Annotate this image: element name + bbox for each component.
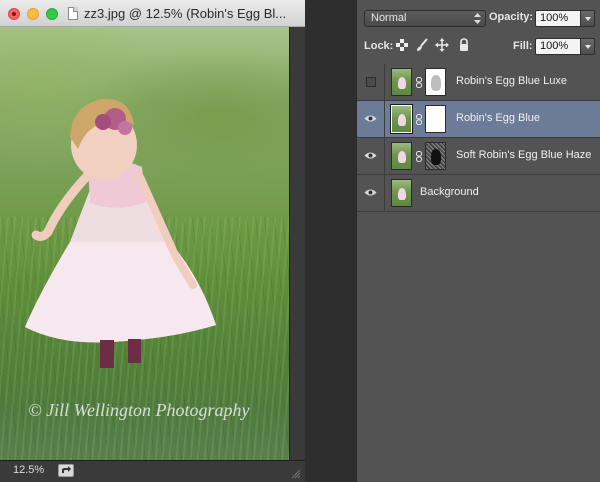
layer-mask-thumbnail[interactable] [425, 105, 446, 133]
layers-empty-area[interactable] [357, 214, 600, 482]
layer-thumbnail[interactable] [390, 104, 413, 134]
eye-icon[interactable] [364, 114, 377, 123]
status-bar: 12.5% [0, 460, 305, 482]
photo-watermark: © Jill Wellington Photography [28, 400, 250, 420]
fill-dropdown-button[interactable] [580, 38, 595, 55]
share-arrow-icon [62, 466, 71, 473]
layer-name[interactable]: Robin's Egg Blue Luxe [456, 75, 567, 87]
eye-icon[interactable] [364, 151, 377, 160]
layer-thumbnail[interactable] [391, 142, 412, 170]
close-window-button[interactable] [8, 8, 20, 20]
layer-row-selected[interactable]: Robin's Egg Blue [357, 101, 600, 138]
blend-mode-select[interactable]: Normal [364, 10, 486, 27]
layer-mask-thumbnail[interactable] [425, 142, 446, 170]
document-file-icon [68, 7, 78, 20]
fill-label: Fill: [513, 40, 533, 52]
layer-row[interactable]: Robin's Egg Blue Luxe [357, 64, 600, 101]
lock-image-pixels-brush-icon[interactable] [415, 38, 429, 52]
layer-options: Normal Opacity: 100% Lock: Fill: 100% [357, 0, 600, 65]
opacity-dropdown-button[interactable] [580, 10, 595, 27]
lock-transparent-pixels-icon[interactable] [395, 38, 409, 52]
layer-name[interactable]: Robin's Egg Blue [456, 112, 540, 124]
eye-icon[interactable] [364, 188, 377, 197]
zoom-window-button[interactable] [46, 8, 58, 20]
layer-name[interactable]: Background [420, 186, 479, 198]
layer-name[interactable]: Soft Robin's Egg Blue Haze [456, 149, 591, 161]
visibility-toggle[interactable] [357, 64, 385, 100]
photo-subject [25, 98, 216, 368]
minimize-window-button[interactable] [27, 8, 39, 20]
layer-row[interactable]: Background [357, 175, 600, 212]
status-menu-button[interactable] [58, 464, 74, 477]
opacity-label: Opacity: [489, 11, 534, 23]
visibility-toggle[interactable] [357, 175, 385, 211]
fill-input[interactable]: 100% [535, 38, 581, 55]
document-title-bar[interactable]: zz3.jpg @ 12.5% (Robin's Egg Bl... [0, 0, 305, 27]
panel-gap [305, 0, 356, 482]
layer-thumbnail[interactable] [391, 68, 412, 96]
canvas-area[interactable]: © Jill Wellington Photography [0, 27, 305, 460]
lock-label: Lock: [364, 40, 394, 52]
layers-panel: Normal Opacity: 100% Lock: Fill: 100% Ro… [356, 0, 600, 482]
visibility-toggle[interactable] [357, 138, 385, 174]
layer-thumbnail[interactable] [391, 179, 412, 207]
zoom-level[interactable]: 12.5% [13, 464, 44, 476]
opacity-input[interactable]: 100% [535, 10, 581, 27]
layer-row[interactable]: Soft Robin's Egg Blue Haze [357, 138, 600, 175]
layer-mask-thumbnail[interactable] [425, 68, 446, 96]
chain-link-icon[interactable] [416, 151, 422, 162]
lock-position-move-icon[interactable] [435, 38, 449, 52]
resize-grip-icon[interactable] [291, 469, 301, 479]
document-photo[interactable]: © Jill Wellington Photography [0, 27, 289, 460]
document-title: zz3.jpg @ 12.5% (Robin's Egg Bl... [84, 6, 287, 21]
visibility-toggle[interactable] [357, 101, 385, 137]
up-down-arrows-icon [474, 13, 481, 24]
lock-all-padlock-icon[interactable] [457, 38, 471, 52]
visibility-off-box[interactable] [366, 77, 376, 87]
vertical-scrollbar[interactable] [289, 27, 305, 460]
chain-link-icon[interactable] [416, 77, 422, 88]
blend-mode-value: Normal [371, 12, 407, 24]
chain-link-icon[interactable] [416, 114, 422, 125]
document-window: zz3.jpg @ 12.5% (Robin's Egg Bl... © Jil… [0, 0, 305, 482]
